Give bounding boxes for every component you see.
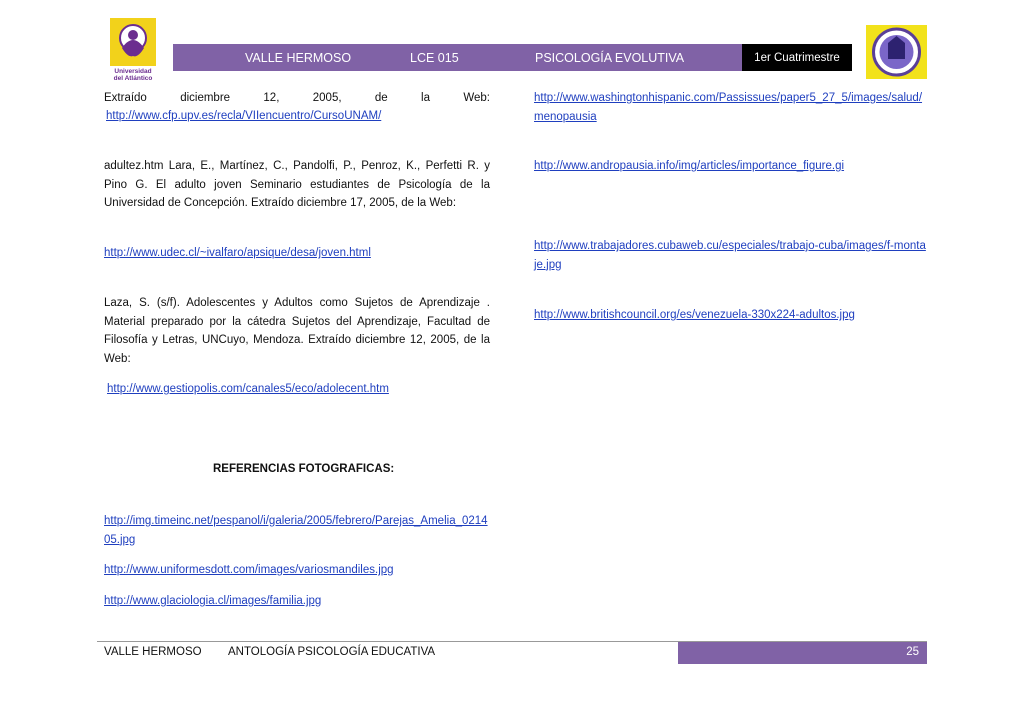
- header-term: 1er Cuatrimestre: [754, 51, 840, 64]
- reference-intro-line: Extraído diciembre 12, 2005, de la Web:: [104, 92, 490, 104]
- header-code: LCE 015: [410, 51, 459, 65]
- photo-link-andropausia[interactable]: http://www.andropausia.info/img/articles…: [534, 160, 844, 172]
- photo-references-title: REFERENCIAS FOTOGRAFICAS:: [213, 463, 395, 475]
- reference-link-udec[interactable]: http://www.udec.cl/~ivalfaro/apsique/des…: [104, 247, 371, 259]
- footer-campus: VALLE HERMOSO: [104, 646, 202, 658]
- photo-link-glaciologia[interactable]: http://www.glaciologia.cl/images/familia…: [104, 595, 321, 607]
- header-subject: PSICOLOGÍA EVOLUTIVA: [535, 51, 685, 65]
- university-logo: Universidad del Atlántico: [108, 18, 158, 82]
- photo-link-washingtonhispanic[interactable]: http://www.washingtonhispanic.com/Passis…: [534, 92, 922, 123]
- page-number: 25: [906, 646, 919, 658]
- photo-link-trabajadores[interactable]: http://www.trabajadores.cubaweb.cu/espec…: [534, 240, 926, 271]
- reference-link-gestiopolis[interactable]: http://www.gestiopolis.com/canales5/eco/…: [107, 383, 389, 395]
- header-term-box: 1er Cuatrimestre: [742, 44, 852, 71]
- header-bar: VALLE HERMOSO LCE 015 PSICOLOGÍA EVOLUTI…: [173, 44, 742, 71]
- reference-link-cfp[interactable]: http://www.cfp.upv.es/recla/VIIencuentro…: [106, 110, 381, 122]
- institution-seal: [866, 25, 927, 79]
- photo-link-britishcouncil[interactable]: http://www.britishcouncil.org/es/venezue…: [534, 309, 855, 321]
- photo-link-uniformes[interactable]: http://www.uniformesdott.com/images/vari…: [104, 564, 394, 576]
- reference-laza: Laza, S. (s/f). Adolescentes y Adultos c…: [104, 297, 490, 365]
- logo-caption-line1: Universidad: [114, 68, 151, 75]
- reference-adulto-joven: adultez.htm Lara, E., Martínez, C., Pand…: [104, 160, 490, 209]
- header-campus: VALLE HERMOSO: [245, 51, 352, 65]
- footer-bar: 25: [678, 642, 927, 664]
- logo-caption-line2: del Atlántico: [114, 75, 153, 82]
- photo-link-timeinc[interactable]: http://img.timeinc.net/pespanol/i/galeri…: [104, 515, 488, 546]
- footer-title: ANTOLOGÍA PSICOLOGÍA EDUCATIVA: [228, 646, 436, 658]
